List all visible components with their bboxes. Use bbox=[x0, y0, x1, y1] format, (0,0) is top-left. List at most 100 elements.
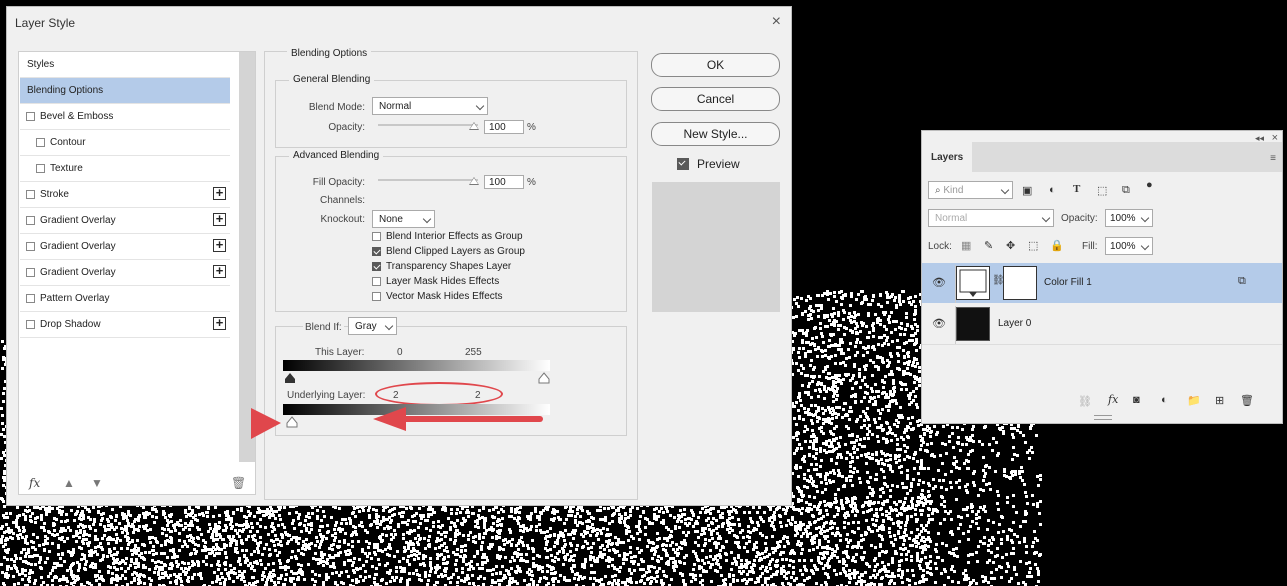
style-checkbox[interactable] bbox=[26, 190, 35, 199]
trash-icon[interactable]: 🗑 bbox=[231, 476, 246, 490]
opacity-input[interactable]: 100 bbox=[484, 120, 524, 134]
style-checkbox[interactable] bbox=[26, 320, 35, 329]
advanced-option[interactable]: Blend Clipped Layers as Group bbox=[372, 246, 525, 257]
blend-if-select[interactable]: Gray bbox=[348, 317, 397, 335]
style-checkbox[interactable] bbox=[26, 268, 35, 277]
fill-opacity-input[interactable]: 100 bbox=[484, 175, 524, 189]
style-item[interactable]: Contour bbox=[20, 130, 230, 156]
add-effect-icon[interactable]: + bbox=[213, 212, 226, 226]
styles-header[interactable]: Styles bbox=[20, 52, 230, 78]
styles-footer: fx ▲ ▼ 🗑 bbox=[27, 476, 249, 492]
move-up-icon[interactable]: ▲ bbox=[63, 476, 75, 490]
layer-name[interactable]: Layer 0 bbox=[998, 318, 1031, 329]
eye-icon[interactable]: 👁 bbox=[932, 276, 946, 289]
style-checkbox[interactable] bbox=[26, 294, 35, 303]
tab-layers[interactable]: Layers bbox=[922, 142, 972, 172]
chevron-down-icon bbox=[422, 214, 432, 224]
pixel-filter-icon[interactable]: ▣ bbox=[1022, 184, 1032, 197]
type-filter-icon[interactable]: T bbox=[1073, 183, 1080, 195]
lock-position-icon[interactable]: ✥ bbox=[1006, 239, 1015, 252]
style-item[interactable]: Drop Shadow + bbox=[20, 312, 230, 338]
style-checkbox[interactable] bbox=[36, 164, 45, 173]
option-label: Layer Mask Hides Effects bbox=[386, 276, 500, 287]
preview-checkbox-row[interactable]: Preview bbox=[677, 157, 740, 171]
preview-checkbox[interactable] bbox=[677, 158, 689, 170]
style-item-label: Contour bbox=[50, 137, 86, 148]
new-style-button[interactable]: New Style... bbox=[651, 122, 780, 146]
layer-name[interactable]: Color Fill 1 bbox=[1044, 277, 1092, 288]
shape-filter-icon[interactable]: ⬚ bbox=[1097, 184, 1107, 197]
this-layer-white-slider[interactable] bbox=[538, 372, 550, 384]
blend-mode-select[interactable]: Normal bbox=[372, 97, 488, 115]
style-item[interactable]: Gradient Overlay + bbox=[20, 234, 230, 260]
style-checkbox[interactable] bbox=[36, 138, 45, 147]
add-style-icon[interactable]: fx bbox=[1108, 393, 1118, 406]
delete-layer-icon[interactable]: 🗑 bbox=[1240, 394, 1254, 407]
knockout-select[interactable]: None bbox=[372, 210, 435, 228]
filter-toggle-icon[interactable]: ● bbox=[1146, 179, 1153, 191]
style-item[interactable]: Gradient Overlay + bbox=[20, 208, 230, 234]
add-mask-icon[interactable]: ◙ bbox=[1133, 394, 1140, 406]
styles-scrollbar[interactable] bbox=[239, 52, 255, 462]
style-checkbox[interactable] bbox=[26, 242, 35, 251]
advanced-option[interactable]: Vector Mask Hides Effects bbox=[372, 291, 503, 302]
smart-object-filter-icon[interactable]: ⧉ bbox=[1122, 184, 1130, 197]
fill-layer-icon bbox=[959, 269, 987, 297]
advanced-option[interactable]: Transparency Shapes Layer bbox=[372, 261, 511, 272]
ok-button[interactable]: OK bbox=[651, 53, 780, 77]
add-effect-icon[interactable]: + bbox=[213, 264, 226, 278]
style-item-label: Drop Shadow bbox=[40, 319, 101, 330]
adjustment-layer-icon[interactable]: ◐ bbox=[1161, 394, 1168, 406]
layer-fill-input[interactable]: 100% bbox=[1105, 237, 1153, 255]
option-checkbox[interactable] bbox=[372, 262, 381, 271]
style-item[interactable]: Texture bbox=[20, 156, 230, 182]
option-checkbox[interactable] bbox=[372, 247, 381, 256]
advanced-option[interactable]: Layer Mask Hides Effects bbox=[372, 276, 499, 287]
opacity-slider-thumb[interactable] bbox=[469, 122, 479, 130]
fill-opacity-slider-thumb[interactable] bbox=[469, 177, 479, 185]
option-checkbox[interactable] bbox=[372, 232, 381, 241]
style-item[interactable]: Gradient Overlay + bbox=[20, 260, 230, 286]
style-item[interactable]: Bevel & Emboss bbox=[20, 104, 230, 130]
layer-blend-mode-select[interactable]: Normal bbox=[928, 209, 1054, 227]
style-checkbox[interactable] bbox=[26, 216, 35, 225]
panel-menu-icon[interactable]: ≡ bbox=[1270, 153, 1276, 164]
style-item[interactable]: Stroke + bbox=[20, 182, 230, 208]
lock-artboard-icon[interactable]: ⬚ bbox=[1028, 239, 1038, 252]
move-down-icon[interactable]: ▼ bbox=[91, 476, 103, 490]
lock-pixels-icon[interactable]: ✎ bbox=[984, 239, 993, 252]
style-checkbox[interactable] bbox=[26, 112, 35, 121]
this-layer-black-slider[interactable] bbox=[284, 372, 296, 384]
lock-all-icon[interactable]: 🔒 bbox=[1050, 239, 1064, 252]
general-blending-title: General Blending bbox=[289, 74, 375, 85]
new-group-icon[interactable]: 📁 bbox=[1187, 394, 1201, 407]
layer-row-layer0[interactable]: 👁 Layer 0 bbox=[922, 304, 1282, 345]
adjustment-filter-icon[interactable]: ◐ bbox=[1049, 184, 1056, 196]
layer-mask-thumbnail[interactable] bbox=[1003, 266, 1037, 300]
link-layers-icon[interactable]: ⛓ bbox=[1078, 395, 1092, 408]
fx-icon[interactable]: fx bbox=[29, 476, 40, 490]
add-effect-icon[interactable]: + bbox=[213, 186, 226, 200]
option-checkbox[interactable] bbox=[372, 277, 381, 286]
new-layer-icon[interactable]: ⊞ bbox=[1215, 394, 1224, 407]
option-checkbox[interactable] bbox=[372, 292, 381, 301]
opacity-label: Opacity: bbox=[328, 122, 365, 133]
option-label: Transparency Shapes Layer bbox=[386, 261, 512, 272]
lock-transparent-icon[interactable]: ▦ bbox=[961, 239, 971, 252]
cancel-button[interactable]: Cancel bbox=[651, 87, 780, 111]
close-icon[interactable]: × bbox=[772, 13, 781, 31]
resize-grip[interactable] bbox=[1094, 415, 1112, 420]
fill-opacity-slider[interactable] bbox=[378, 179, 478, 181]
kind-filter-select[interactable]: ⌕ Kind bbox=[928, 181, 1013, 199]
layer-opacity-input[interactable]: 100% bbox=[1105, 209, 1153, 227]
style-item[interactable]: Pattern Overlay bbox=[20, 286, 230, 312]
layer-opacity-label: Opacity: bbox=[1061, 213, 1098, 224]
chevron-down-icon bbox=[1140, 213, 1150, 223]
layer-row-color-fill[interactable]: 👁 ⛓ Color Fill 1 ⧉ bbox=[922, 263, 1282, 303]
eye-icon[interactable]: 👁 bbox=[932, 317, 946, 330]
advanced-option[interactable]: Blend Interior Effects as Group bbox=[372, 231, 523, 242]
add-effect-icon[interactable]: + bbox=[213, 238, 226, 252]
opacity-slider[interactable] bbox=[378, 124, 478, 126]
style-item[interactable]: Blending Options bbox=[20, 78, 230, 104]
add-effect-icon[interactable]: + bbox=[213, 316, 226, 330]
